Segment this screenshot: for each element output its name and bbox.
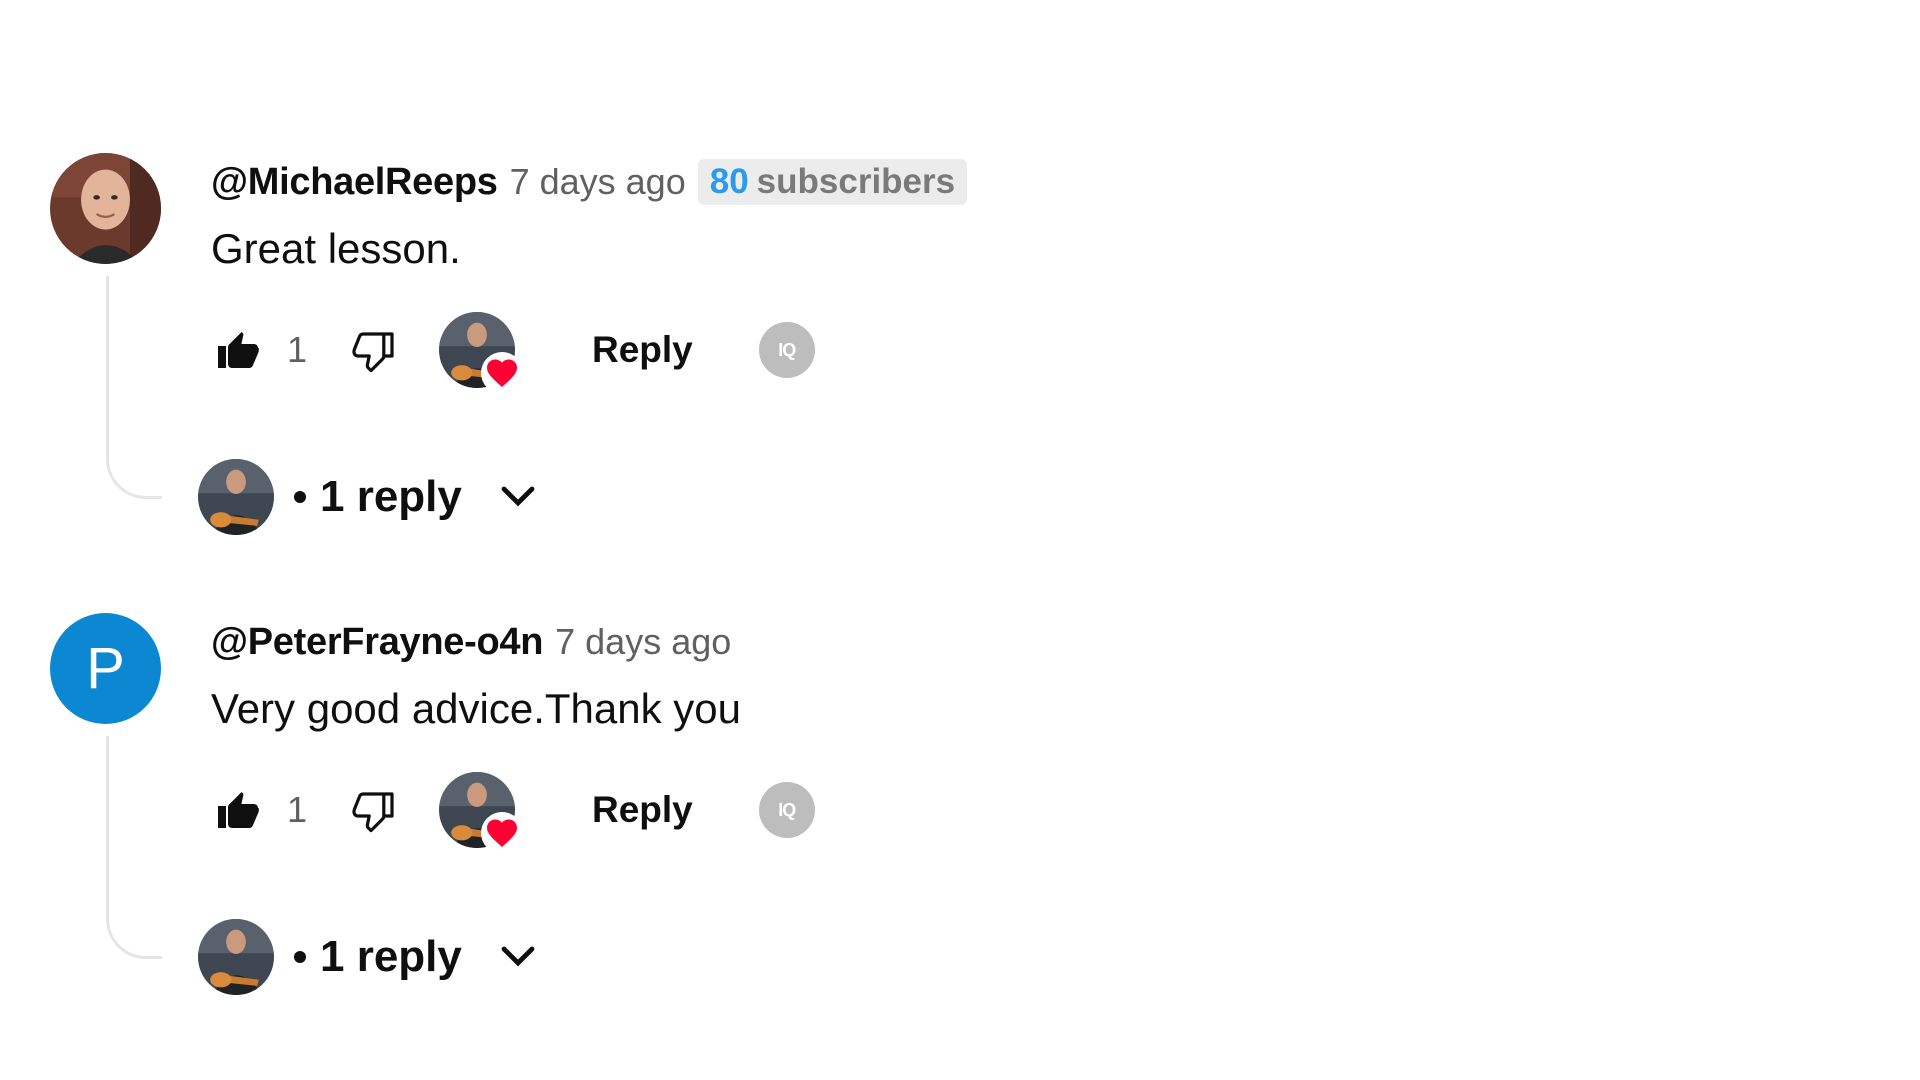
reply-button[interactable]: Reply (592, 319, 693, 381)
dislike-button[interactable] (347, 323, 401, 377)
like-button[interactable] (211, 783, 265, 837)
comment-thread: P @PeterFrayne-o4n 7 days ago Very good … (0, 460, 1920, 995)
avatar-letter: P (86, 636, 125, 701)
author-name[interactable]: @MichaelReeps (211, 161, 498, 204)
comment-text: Very good advice.Thank you (211, 685, 742, 732)
comment-thread: @MichaelReeps 7 days ago 80 subscribers … (0, 0, 1920, 535)
subscriber-count: 80 (709, 162, 749, 201)
thumbs-up-icon (218, 792, 259, 828)
comment-actions: 1 Reply IQ (211, 772, 815, 854)
extension-icon[interactable]: IQ (758, 782, 815, 838)
person-photo-icon (50, 153, 161, 264)
comment-header: @MichaelReeps 7 days ago 80 subscribers (211, 157, 968, 207)
thumbs-down-icon (352, 332, 394, 373)
creator-heart-icon (487, 359, 517, 388)
heart-badge (481, 812, 523, 854)
guitarist-photo-icon (198, 919, 274, 995)
author-avatar[interactable] (50, 153, 161, 264)
separator-dot (294, 951, 306, 963)
subscriber-badge: 80 subscribers (697, 159, 968, 205)
subscriber-label: subscribers (756, 162, 956, 201)
replies-count: 1 reply (320, 932, 462, 981)
comment-header: @PeterFrayne-o4n 7 days ago (211, 617, 731, 667)
creator-heart-icon (487, 819, 517, 848)
reply-button[interactable]: Reply (592, 779, 693, 841)
author-avatar[interactable]: P (50, 613, 161, 724)
extension-label: IQ (778, 799, 796, 820)
like-count: 1 (287, 789, 308, 830)
comment-time[interactable]: 7 days ago (555, 621, 731, 663)
creator-heart (439, 312, 523, 394)
comment-time[interactable]: 7 days ago (510, 161, 686, 203)
comment-text: Great lesson. (211, 225, 461, 272)
creator-heart (439, 772, 523, 854)
thumbs-up-icon (218, 332, 259, 368)
thread-connector (106, 736, 162, 959)
view-replies-button[interactable]: 1 reply (198, 919, 544, 995)
comment-actions: 1 Reply IQ (211, 312, 815, 394)
heart-badge (481, 352, 523, 394)
like-count: 1 (287, 329, 308, 370)
author-name[interactable]: @PeterFrayne-o4n (211, 621, 543, 664)
extension-label: IQ (778, 339, 796, 360)
reply-author-avatar (198, 919, 274, 995)
extension-icon[interactable]: IQ (758, 322, 815, 378)
thumbs-down-icon (352, 792, 394, 833)
dislike-button[interactable] (347, 783, 401, 837)
like-button[interactable] (211, 323, 265, 377)
chevron-down-icon (492, 931, 544, 983)
